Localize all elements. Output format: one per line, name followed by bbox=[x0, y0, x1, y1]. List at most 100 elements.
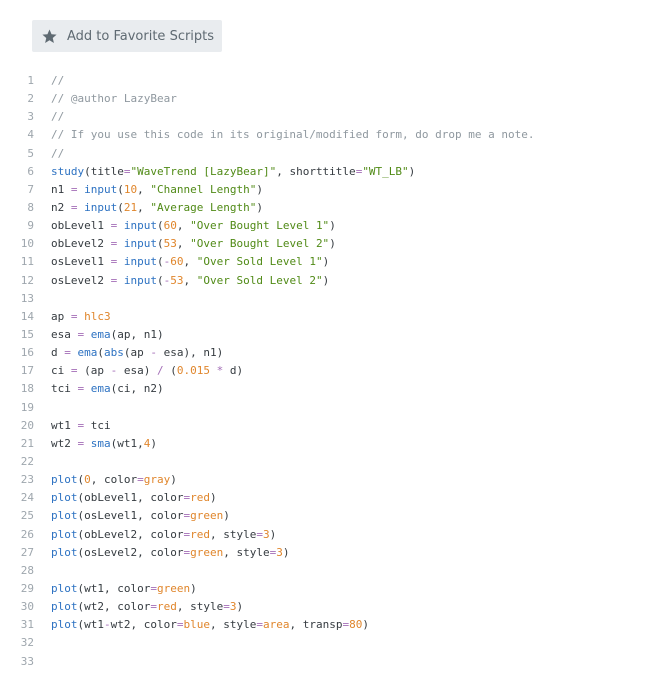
code-token: plot bbox=[51, 473, 78, 487]
code-token: (ap, n1) bbox=[110, 327, 164, 341]
code-token: // @author LazyBear bbox=[51, 92, 177, 106]
code-line: 31 plot(wt1-wt2, color=blue, style=area, … bbox=[0, 616, 662, 634]
code-token: , style bbox=[209, 527, 257, 541]
code-token: 53 bbox=[170, 273, 184, 287]
code-token: = bbox=[150, 581, 157, 595]
code-token: abs bbox=[104, 346, 124, 360]
code-text: d = ema(abs(ap - esa), n1) bbox=[34, 344, 223, 362]
code-token: ema bbox=[90, 382, 111, 396]
code-token: ) bbox=[190, 581, 197, 595]
code-token: / bbox=[157, 364, 164, 378]
code-token: plot bbox=[51, 600, 78, 614]
code-token: (ap bbox=[77, 364, 111, 378]
line-number: 4 bbox=[27, 128, 34, 142]
code-token: plot bbox=[51, 509, 78, 523]
code-token: plot bbox=[51, 545, 78, 559]
code-token: ) bbox=[236, 600, 244, 614]
code-token: // bbox=[51, 74, 65, 87]
code-token: n2 bbox=[51, 200, 71, 214]
line-number: 24 bbox=[20, 491, 34, 505]
code-token: 0.015 bbox=[176, 364, 210, 378]
code-text: // If you use this code in its original/… bbox=[34, 126, 534, 144]
code-token: "Over Sold Level 2" bbox=[196, 273, 323, 287]
code-text: plot(wt1-wt2, color=blue, style=area, tr… bbox=[34, 616, 369, 634]
code-token: ema bbox=[77, 346, 98, 360]
code-token: // bbox=[51, 110, 65, 124]
code-token: plot bbox=[51, 527, 78, 541]
code-token: 3 bbox=[276, 545, 283, 559]
code-text: ap = hlc3 bbox=[34, 308, 111, 326]
code-token: area bbox=[262, 618, 290, 632]
code-text: plot(wt1, color=green) bbox=[34, 580, 197, 598]
code-token: osLevel1 bbox=[51, 255, 111, 269]
line-number: 1 bbox=[27, 74, 34, 87]
code-token: d) bbox=[223, 364, 244, 378]
code-token: (osLevel2, color bbox=[77, 545, 184, 559]
line-number: 15 bbox=[20, 327, 34, 341]
code-token: ci bbox=[51, 364, 71, 378]
line-number: 13 bbox=[20, 291, 34, 305]
code-text: osLevel2 = input(-53, "Over Sold Level 2… bbox=[34, 272, 329, 290]
line-number: 28 bbox=[20, 563, 34, 577]
code-token: = bbox=[223, 600, 230, 614]
code-line: 17 ci = (ap - esa) / (0.015 * d) bbox=[0, 362, 662, 380]
code-line: 18 tci = ema(ci, n2) bbox=[0, 380, 662, 398]
line-number: 18 bbox=[20, 382, 34, 396]
code-line: 33 bbox=[0, 653, 662, 671]
code-token: ) bbox=[329, 237, 336, 251]
code-token: 21 bbox=[123, 200, 138, 214]
code-line: 29 plot(wt1, color=green) bbox=[0, 580, 662, 598]
line-number: 7 bbox=[27, 182, 34, 196]
code-token: esa), n1) bbox=[157, 346, 224, 360]
code-token: , bbox=[176, 219, 191, 233]
line-number: 6 bbox=[27, 164, 34, 178]
code-token: (ap bbox=[123, 346, 151, 360]
code-token: d bbox=[51, 346, 65, 360]
code-token: ) bbox=[322, 273, 330, 287]
code-token: ) bbox=[322, 255, 330, 269]
code-token: = bbox=[150, 600, 157, 614]
code-token: - bbox=[104, 618, 111, 632]
code-token: obLevel2 bbox=[51, 237, 111, 251]
code-line: 32 bbox=[0, 634, 662, 652]
code-text: // bbox=[34, 108, 64, 126]
code-token: = bbox=[70, 309, 78, 323]
code-token: - bbox=[150, 346, 157, 360]
code-token: tci bbox=[84, 418, 111, 432]
line-number: 26 bbox=[20, 527, 34, 541]
code-token: 53 bbox=[163, 237, 177, 251]
code-token: "WaveTrend [LazyBear]" bbox=[130, 164, 277, 178]
code-token: "WT_LB" bbox=[362, 164, 409, 178]
code-line: 26 plot(obLevel2, color=red, style=3) bbox=[0, 526, 662, 544]
code-token: plot bbox=[51, 618, 78, 632]
code-token: input bbox=[123, 237, 157, 251]
line-number: 8 bbox=[27, 200, 34, 214]
code-token: ) bbox=[209, 491, 217, 505]
line-number: 21 bbox=[20, 436, 34, 450]
code-line: 1 // bbox=[0, 72, 662, 90]
line-number: 31 bbox=[20, 618, 34, 632]
code-text: obLevel2 = input(53, "Over Bought Level … bbox=[34, 235, 336, 253]
code-line: 19 bbox=[0, 399, 662, 417]
line-number: 2 bbox=[27, 92, 34, 106]
add-to-favorite-scripts-button[interactable]: Add to Favorite Scripts bbox=[32, 20, 222, 52]
line-number: 32 bbox=[20, 636, 34, 650]
code-token: = bbox=[123, 164, 131, 178]
code-token: ) bbox=[282, 545, 290, 559]
line-number: 16 bbox=[20, 346, 34, 360]
line-number: 9 bbox=[27, 219, 34, 233]
code-line: 20 wt1 = tci bbox=[0, 417, 662, 435]
code-token: 60 bbox=[163, 219, 177, 233]
code-token: (title bbox=[84, 164, 124, 178]
code-token: study bbox=[51, 164, 85, 178]
line-number: 19 bbox=[20, 400, 34, 414]
code-token: osLevel2 bbox=[51, 273, 111, 287]
code-token: ) bbox=[362, 618, 369, 632]
code-token: (ci, n2) bbox=[110, 382, 164, 396]
code-text: plot(osLevel2, color=green, style=3) bbox=[34, 544, 289, 562]
